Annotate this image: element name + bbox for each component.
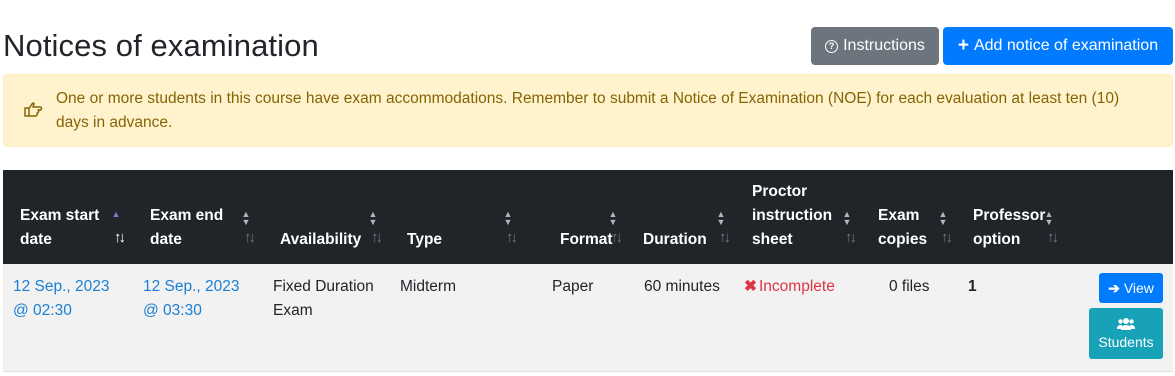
add-notice-label: Add notice of examination <box>973 37 1159 54</box>
proctor-status: ✖ Incomplete <box>744 278 835 295</box>
x-icon: ✖ <box>744 278 757 295</box>
add-notice-button[interactable]: + Add notice of examination <box>943 27 1173 65</box>
arrow-right-icon: ➔ <box>1108 279 1120 296</box>
students-label: Students <box>1098 334 1154 350</box>
view-label: View <box>1123 280 1154 296</box>
sort-icon: ▲ ▼ ↑↓ <box>842 209 857 247</box>
accommodations-alert: One or more students in this course have… <box>3 74 1173 147</box>
col-exam-copies[interactable]: Exam copies ▲ ▼ ↑↓ <box>864 170 960 264</box>
col-exam-start-date[interactable]: Exam start date ▲ ↑↓ <box>3 170 133 264</box>
alert-message: One or more students in this course have… <box>56 90 1120 131</box>
sort-icon: ▲ ▼ ↑↓ <box>503 209 518 247</box>
sort-asc-icon: ▲ ↑↓ <box>111 209 126 247</box>
sort-icon: ▲ ▼ ↑↓ <box>608 209 623 247</box>
sort-icon: ▲ ▼ ↑↓ <box>938 209 953 247</box>
hand-pointing-right-icon <box>24 102 43 117</box>
col-exam-end-date[interactable]: Exam end date ▲ ▼ ↑↓ <box>133 170 263 264</box>
col-format[interactable]: Format ▲ ▼ ↑↓ <box>525 170 630 264</box>
col-proctor-instruction-sheet[interactable]: Proctor instruction sheet ▲ ▼ ↑↓ <box>738 170 864 264</box>
table-header-row: Exam start date ▲ ↑↓ Exam end date ▲ ▼ ↑↓ Ava… <box>3 170 1173 264</box>
notices-table: Exam start date ▲ ↑↓ Exam end date ▲ ▼ ↑↓ Ava… <box>3 170 1173 372</box>
question-circle-icon: ? <box>825 39 839 53</box>
sort-icon: ▲ ▼ ↑↓ <box>716 209 731 247</box>
sort-icon: ▲ ▼ ↑↓ <box>1044 209 1059 247</box>
duration-value: 60 minutes <box>644 278 720 295</box>
professor-option-value: 1 <box>968 278 977 295</box>
exam-start-date-link[interactable]: 12 Sep., 2023 @ 02:30 <box>3 275 133 323</box>
sort-icon: ▲ ▼ ↑↓ <box>368 209 383 247</box>
students-button[interactable]: Students <box>1089 308 1163 359</box>
col-type[interactable]: Type ▲ ▼ ↑↓ <box>390 170 525 264</box>
table-row: 12 Sep., 2023 @ 02:30 12 Sep., 2023 @ 03:3… <box>3 264 1173 371</box>
type-value: Midterm <box>400 278 456 295</box>
availability-value: Fixed Duration Exam <box>273 278 374 319</box>
users-icon <box>1117 318 1135 330</box>
col-professor-option[interactable]: Professor option ▲ ▼ ↑↓ <box>960 170 1066 264</box>
page-title: Notices of examination <box>3 28 319 63</box>
instructions-label: Instructions <box>843 37 925 54</box>
exam-end-date-link[interactable]: 12 Sep., 2023 @ 03:30 <box>133 275 263 323</box>
plus-icon: + <box>957 34 969 56</box>
col-duration[interactable]: Duration ▲ ▼ ↑↓ <box>630 170 738 264</box>
copies-value: 0 files <box>889 278 930 295</box>
col-availability[interactable]: Availability ▲ ▼ ↑↓ <box>263 170 390 264</box>
col-actions <box>1066 170 1173 264</box>
sort-icon: ▲ ▼ ↑↓ <box>241 209 256 247</box>
instructions-button[interactable]: ? Instructions <box>811 27 939 65</box>
format-value: Paper <box>552 278 594 295</box>
view-button[interactable]: ➔ View <box>1099 273 1163 303</box>
